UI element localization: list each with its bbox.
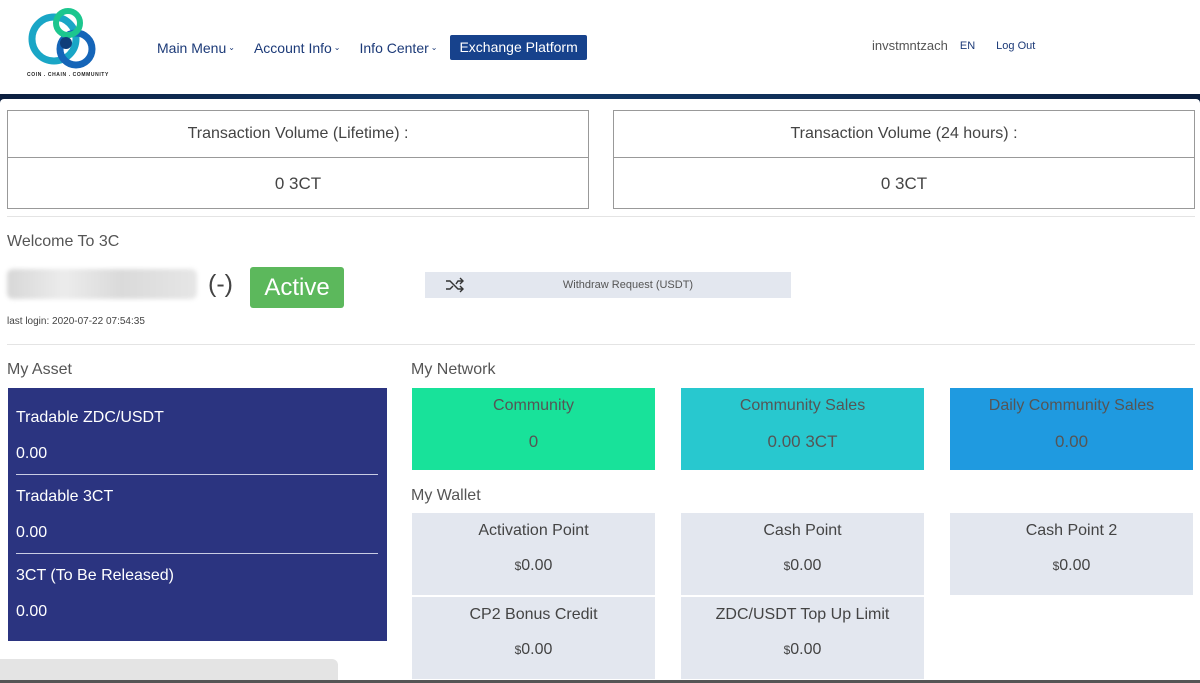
nav-account-info-label: Account Info — [253, 39, 332, 56]
network-tile-community: Community 0 — [412, 388, 655, 470]
withdraw-request-label: Withdraw Request (USDT) — [562, 279, 694, 291]
wallet-tile-cash-point-2: Cash Point 2 $0.00 — [950, 513, 1193, 595]
network-tile-community-sales: Community Sales 0.00 3CT — [681, 388, 924, 470]
last-login: last login: 2020-07-22 07:54:35 — [7, 316, 145, 327]
logout-link[interactable]: Log Out — [996, 40, 1035, 52]
username[interactable]: invstmntzach — [872, 38, 948, 53]
tile-label: Daily Community Sales — [988, 397, 1155, 414]
nav-info-center-label: Info Center — [359, 39, 429, 56]
wallet-tile-cp2-bonus-credit: CP2 Bonus Credit $0.00 — [412, 597, 655, 679]
asset-panel: Tradable ZDC/USDT 0.00 Tradable 3CT 0.00… — [8, 388, 387, 641]
day-volume-value: 0 3CT — [880, 173, 928, 193]
tile-amount: 0.00 — [790, 641, 822, 658]
network-tile-daily-community-sales: Daily Community Sales 0.00 — [950, 388, 1193, 470]
status-badge: Active — [250, 267, 344, 308]
asset-label: Tradable ZDC/USDT — [16, 409, 164, 426]
nav-main-menu-label: Main Menu — [157, 39, 227, 56]
my-wallet-title: My Wallet — [411, 487, 481, 504]
day-volume-label: Transaction Volume (24 hours) : — [614, 111, 1194, 158]
logo-tagline: COIN . CHAIN . COMMUNITY — [27, 72, 109, 78]
tile-label: Cash Point — [763, 522, 842, 539]
chevron-down-icon: ⌄ — [430, 43, 438, 52]
main-nav: Main Menu ⌄ Account Info ⌄ Info Center ⌄ Ex… — [157, 35, 587, 60]
tile-amount: 0.00 — [521, 641, 553, 658]
asset-value: 0.00 — [16, 524, 48, 541]
withdraw-request-button[interactable]: Withdraw Request (USDT) — [425, 272, 791, 298]
lifetime-volume-value: 0 3CT — [274, 173, 322, 193]
tile-value: $0.00 — [412, 557, 655, 575]
redacted-username — [7, 269, 197, 299]
my-asset-title: My Asset — [7, 361, 72, 378]
tile-label: Community — [493, 397, 574, 414]
divider — [7, 216, 1195, 217]
lifetime-volume-label: Transaction Volume (Lifetime) : — [8, 111, 588, 158]
wallet-tile-topup-limit: ZDC/USDT Top Up Limit $0.00 — [681, 597, 924, 679]
asset-divider — [16, 553, 378, 554]
tile-label: Activation Point — [478, 522, 589, 539]
user-area: invstmntzach EN Log Out — [872, 38, 1035, 53]
day-volume-card: Transaction Volume (24 hours) : 0 3CT — [613, 110, 1195, 209]
tile-label: CP2 Bonus Credit — [469, 606, 598, 623]
tile-label: Community Sales — [739, 397, 866, 414]
header-banner — [0, 94, 1200, 103]
tile-value: $0.00 — [950, 557, 1193, 575]
welcome-title: Welcome To 3C — [7, 233, 120, 250]
tile-value: $0.00 — [681, 557, 924, 575]
wallet-tile-cash-point: Cash Point $0.00 — [681, 513, 924, 595]
rank-indicator: (-) — [208, 270, 233, 298]
chevron-down-icon: ⌄ — [333, 43, 341, 52]
tile-value: $0.00 — [681, 641, 924, 659]
tile-label: ZDC/USDT Top Up Limit — [715, 606, 890, 623]
asset-value: 0.00 — [16, 603, 48, 620]
nav-main-menu[interactable]: Main Menu ⌄ — [157, 40, 235, 56]
asset-value: 0.00 — [16, 445, 48, 462]
logo-icon[interactable] — [24, 3, 114, 83]
chevron-down-icon: ⌄ — [228, 43, 235, 52]
my-network-title: My Network — [411, 361, 496, 378]
tile-amount: 0.00 — [521, 557, 553, 574]
asset-label: Tradable 3CT — [16, 488, 114, 505]
tile-amount: 0.00 — [1059, 557, 1091, 574]
asset-divider — [16, 474, 378, 475]
nav-info-center[interactable]: Info Center ⌄ — [360, 40, 438, 56]
tile-amount: 0.00 — [790, 557, 822, 574]
exchange-platform-button[interactable]: Exchange Platform — [450, 35, 587, 60]
nav-account-info[interactable]: Account Info ⌄ — [254, 40, 341, 56]
tile-value: 0 — [528, 432, 539, 451]
tile-value: 0.00 — [1054, 432, 1089, 451]
language-selector[interactable]: EN — [960, 40, 975, 52]
tile-value: 0.00 3CT — [767, 432, 838, 451]
tile-value: $0.00 — [412, 641, 655, 659]
asset-label: 3CT (To Be Released) — [16, 567, 174, 584]
top-header: COIN . CHAIN . COMMUNITY Main Menu ⌄ Acco… — [0, 0, 1200, 94]
tile-label: Cash Point 2 — [1025, 522, 1118, 539]
lifetime-volume-card: Transaction Volume (Lifetime) : 0 3CT — [7, 110, 589, 209]
divider — [7, 344, 1195, 345]
shuffle-icon — [446, 277, 464, 293]
wallet-tile-activation-point: Activation Point $0.00 — [412, 513, 655, 595]
